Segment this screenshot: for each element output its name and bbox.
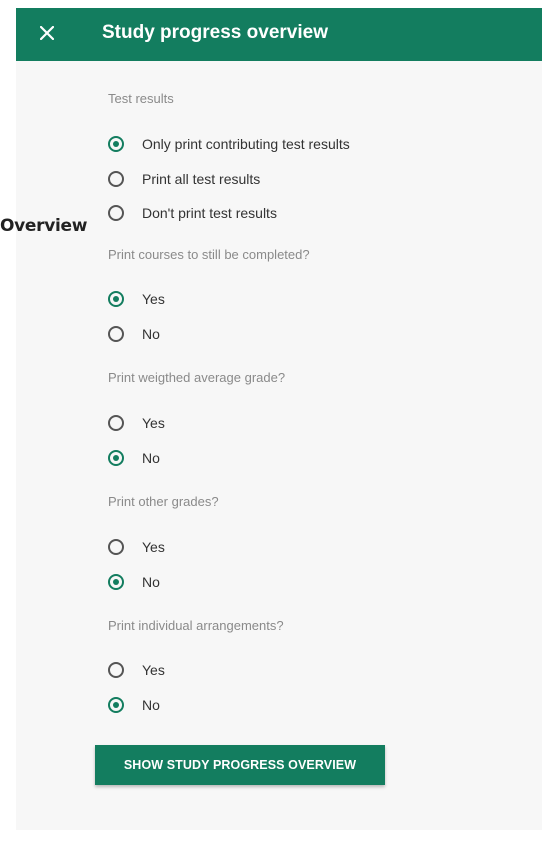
radio-option-dont-print[interactable]: Don't print test results xyxy=(108,202,277,224)
radio-option-print-all[interactable]: Print all test results xyxy=(108,168,260,190)
radio-button-checked[interactable] xyxy=(108,697,124,713)
section-label-weighted-average: Print weigthed average grade? xyxy=(108,370,286,385)
radio-option-only-contributing[interactable]: Only print contributing test results xyxy=(108,133,350,155)
radio-button[interactable] xyxy=(108,326,124,342)
section-label-courses-to-complete: Print courses to still be completed? xyxy=(108,247,310,262)
radio-option-courses-yes[interactable]: Yes xyxy=(108,288,165,310)
radio-label: Don't print test results xyxy=(142,205,277,221)
radio-button-checked[interactable] xyxy=(108,574,124,590)
section-label-individual-arrangements: Print individual arrangements? xyxy=(108,618,284,633)
radio-option-arrangements-no[interactable]: No xyxy=(108,694,160,716)
overview-label: Overview xyxy=(0,216,88,236)
radio-option-arrangements-yes[interactable]: Yes xyxy=(108,659,165,681)
radio-label: No xyxy=(142,450,160,466)
radio-label: Yes xyxy=(142,539,165,555)
radio-option-other-yes[interactable]: Yes xyxy=(108,536,165,558)
radio-label: Print all test results xyxy=(142,171,261,187)
radio-button-checked[interactable] xyxy=(108,136,124,152)
radio-label: No xyxy=(142,326,160,342)
radio-button[interactable] xyxy=(108,415,124,431)
page: Study progress overview Test results Onl… xyxy=(0,0,542,843)
close-icon xyxy=(40,26,54,40)
radio-label: Yes xyxy=(142,415,165,431)
radio-option-average-no[interactable]: No xyxy=(108,447,160,469)
radio-button-checked[interactable] xyxy=(108,291,124,307)
radio-button[interactable] xyxy=(108,205,124,221)
section-label-other-grades: Print other grades? xyxy=(108,494,219,509)
radio-button-checked[interactable] xyxy=(108,450,124,466)
close-button[interactable] xyxy=(32,18,62,48)
radio-label: Yes xyxy=(142,291,165,307)
study-progress-dialog: Study progress overview Test results Onl… xyxy=(16,8,542,830)
dialog-title: Study progress overview xyxy=(102,22,328,43)
radio-label: Only print contributing test results xyxy=(142,136,350,152)
radio-label: No xyxy=(142,574,160,590)
dialog-header: Study progress overview xyxy=(16,8,542,61)
radio-button[interactable] xyxy=(108,171,124,187)
radio-label: No xyxy=(142,697,160,713)
radio-option-average-yes[interactable]: Yes xyxy=(108,412,165,434)
show-study-progress-overview-button[interactable]: SHOW STUDY PROGRESS OVERVIEW xyxy=(95,745,385,785)
radio-label: Yes xyxy=(142,662,165,678)
radio-option-other-no[interactable]: No xyxy=(108,571,160,593)
radio-option-courses-no[interactable]: No xyxy=(108,323,160,345)
radio-button[interactable] xyxy=(108,662,124,678)
radio-button[interactable] xyxy=(108,539,124,555)
section-label-test-results: Test results xyxy=(108,91,174,106)
